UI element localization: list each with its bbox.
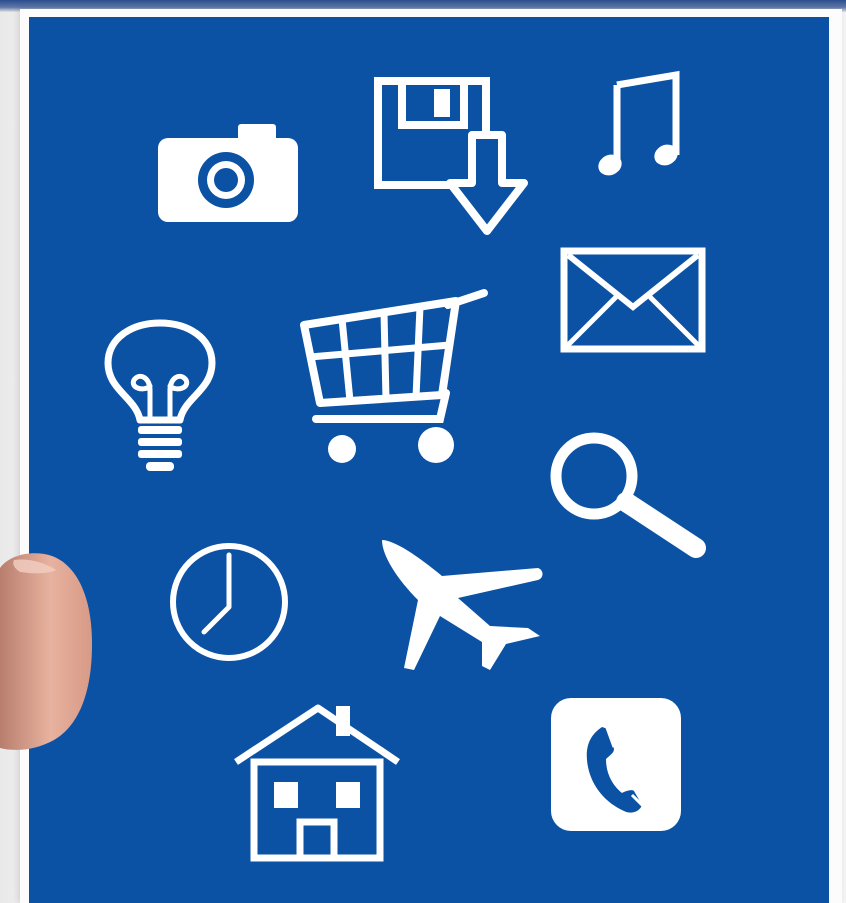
lightbulb-icon — [104, 319, 216, 471]
photo — [0, 0, 846, 903]
magnifier-icon — [550, 432, 706, 558]
floppy-disk-download-icon — [374, 77, 528, 235]
camera-icon — [158, 124, 298, 222]
clock-icon — [170, 543, 288, 661]
airplane-icon — [382, 540, 543, 670]
finger — [0, 553, 92, 750]
phone-icon — [551, 698, 681, 831]
envelope-icon — [560, 247, 706, 353]
house-icon — [234, 704, 400, 862]
shopping-cart-icon — [300, 289, 488, 463]
music-note-icon — [598, 70, 680, 176]
